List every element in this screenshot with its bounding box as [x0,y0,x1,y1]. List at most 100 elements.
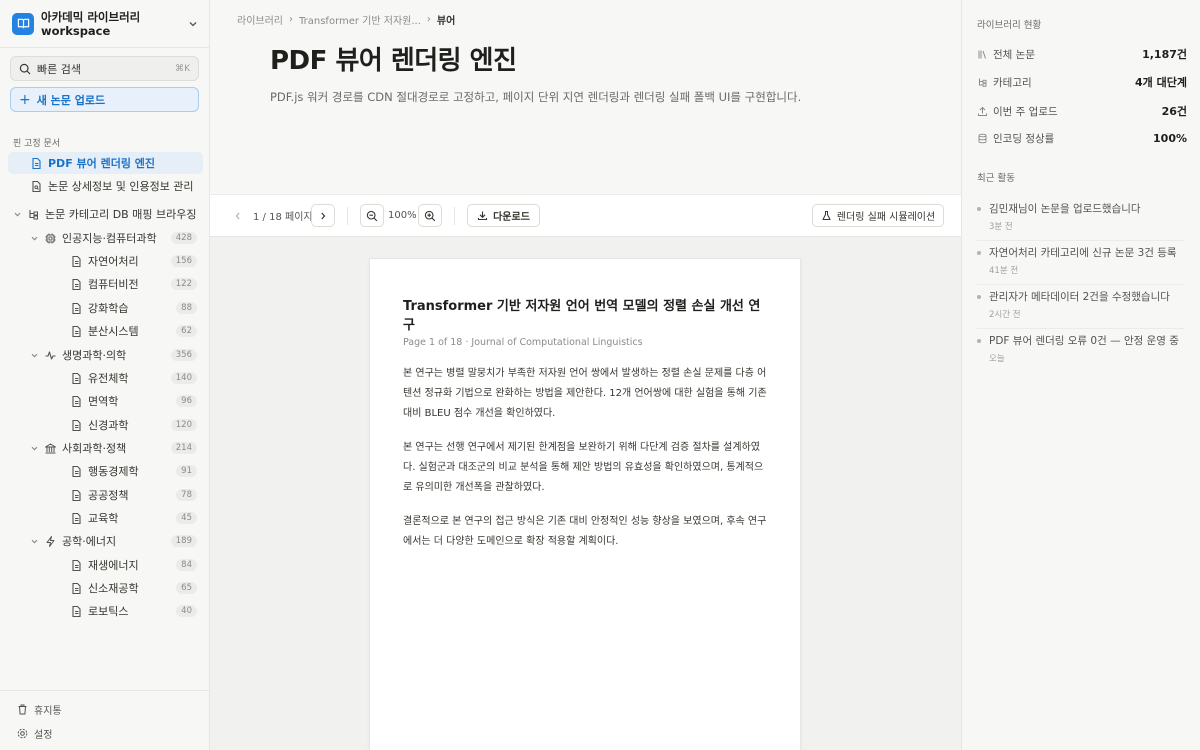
right-panel: 라이브러리 현황 전체 논문 1,187건 카테고리 4개 대단계 이번 주 업… [961,0,1200,750]
subcategory-rl[interactable]: 강화학습 88 [8,297,203,319]
category-ai-cs[interactable]: 인공지능·컴퓨터과학 428 [8,227,203,249]
subcategory-label: 면역학 [88,395,119,408]
download-button[interactable]: 다운로드 [467,204,540,227]
pinned-item-citation[interactable]: 논문 상세정보 및 인용정보 관리 [8,175,203,197]
workspace-switcher[interactable]: 아카데믹 라이브러리 workspace [0,0,209,48]
subcategory-nlp[interactable]: 자연어처리 156 [8,250,203,272]
subcategory-label: 교육학 [88,512,119,525]
next-page-button[interactable] [311,204,335,227]
activity-item[interactable]: PDF 뷰어 렌더링 오류 0건 — 안정 운영 중 오늘 [977,333,1185,372]
subcategory-education[interactable]: 교육학 45 [8,507,203,529]
category-social-science[interactable]: 사회과학·정책 214 [8,437,203,459]
book-open-icon [12,12,34,35]
category-label: 인공지능·컴퓨터과학 [62,232,157,245]
category-label: 생명과학·의학 [62,349,127,362]
category-tree-root[interactable]: 논문 카테고리 DB 매핑 브라우징 [8,203,203,225]
category-label: 공학·에너지 [62,535,117,548]
subcategory-label: 신경과학 [88,419,129,432]
bullet-dot [977,206,981,211]
search-label: 빠른 검색 [37,62,81,76]
stat-label: 인코딩 정상률 [993,133,1055,145]
subcategory-materials[interactable]: 신소재공학 65 [8,577,203,599]
subcategory-label: 신소재공학 [88,582,139,595]
activity-item[interactable]: 자연어처리 카테고리에 신규 논문 3건 등록 41분 전 [977,245,1185,285]
chevron-down-icon[interactable] [30,444,39,453]
sidebar-footer: 휴지통 설정 [0,690,210,750]
subcategory-genomics[interactable]: 유전체학 140 [8,367,203,389]
zoom-in-button[interactable] [418,204,442,227]
zoom-level: 100% [388,210,417,221]
database-icon [978,133,987,144]
pinned-item-label: 논문 상세정보 및 인용정보 관리 [48,180,194,193]
stat-total-papers: 전체 논문 1,187건 [977,46,1187,62]
pdf-page: Transformer 기반 저자원 언어 번역 모델의 정렬 손실 개선 연구… [369,258,801,750]
subcategory-count: 45 [176,512,197,524]
activity-item[interactable]: 김민재님이 논문을 업로드했습니다 3분 전 [977,201,1185,241]
subcategory-behavioral-econ[interactable]: 행동경제학 91 [8,460,203,482]
category-label: 사회과학·정책 [62,442,127,455]
document-paragraph: 본 연구는 선행 연구에서 제기된 한계점을 보완하기 위해 다단계 검증 절차… [403,442,764,493]
chevron-down-icon[interactable] [13,210,22,219]
chevron-down-icon[interactable] [30,234,39,243]
subcategory-count: 91 [176,465,197,477]
trash-link[interactable]: 휴지통 [10,698,205,720]
subcategory-label: 로보틱스 [88,605,129,618]
category-life-science[interactable]: 생명과학·의학 356 [8,344,203,366]
bullet-dot [977,338,981,343]
subcategory-robotics[interactable]: 로보틱스 40 [8,600,203,622]
zoom-out-button[interactable] [360,204,384,227]
subcategory-label: 행동경제학 [88,465,139,478]
activity-text: PDF 뷰어 렌더링 오류 0건 — 안정 운영 중 [989,335,1179,347]
breadcrumb: 라이브러리 › Transformer 기반 저자원... › 뷰어 [237,12,455,27]
activity-time: 3분 전 [989,222,1013,232]
pdf-viewer-canvas[interactable]: Transformer 기반 저자원 언어 번역 모델의 정렬 손실 개선 연구… [210,237,961,750]
activity-item[interactable]: 관리자가 메타데이터 2건을 수정했습니다 2시간 전 [977,289,1185,329]
prev-page-button[interactable] [230,204,246,227]
workspace-name-line1: 아카데믹 라이브러리 [41,9,141,24]
trash-label: 휴지통 [34,705,62,717]
breadcrumb-separator: › [289,14,293,25]
viewer-toolbar: 1 / 18 페이지 100% 다운로드 렌더링 실패 시뮬레이션 [210,194,961,237]
stat-categories: 카테고리 4개 대단계 [977,74,1187,90]
pinned-item-pdf-viewer[interactable]: PDF 뷰어 렌더링 엔진 [8,152,203,174]
subcategory-distributed[interactable]: 분산시스템 62 [8,320,203,342]
settings-link[interactable]: 설정 [10,722,205,744]
subcategory-label: 컴퓨터비전 [88,278,139,291]
subcategory-count: 88 [176,302,197,314]
stat-label: 전체 논문 [993,48,1035,61]
chevron-left-icon [235,212,240,219]
subcategory-neuroscience[interactable]: 신경과학 120 [8,414,203,436]
chevron-down-icon[interactable] [30,537,39,546]
category-count: 214 [170,442,197,454]
subcategory-public-policy[interactable]: 공공정책 78 [8,484,203,506]
subcategory-count: 96 [176,395,197,407]
stat-label: 이번 주 업로드 [993,105,1058,118]
chevron-down-icon[interactable] [30,351,39,360]
toolbar-divider [454,207,455,225]
file-icon [72,372,81,384]
subcategory-immunology[interactable]: 면역학 96 [8,390,203,412]
breadcrumb-library[interactable]: 라이브러리 [237,12,283,27]
file-icon [72,278,81,290]
page-title: PDF 뷰어 렌더링 엔진 [270,46,517,76]
trash-icon [18,704,27,714]
subcategory-cv[interactable]: 컴퓨터비전 122 [8,273,203,295]
quick-search-button[interactable]: 빠른 검색 ⌘K [10,56,199,81]
breadcrumb-current: 뷰어 [436,16,456,27]
category-engineering[interactable]: 공학·에너지 189 [8,530,203,552]
chevron-down-icon[interactable] [187,18,199,30]
simulate-failure-button[interactable]: 렌더링 실패 시뮬레이션 [812,204,944,227]
subcategory-label: 유전체학 [88,372,129,385]
upload-paper-button[interactable]: + 새 논문 업로드 [10,87,199,112]
zoom-in-icon [424,210,436,221]
stat-value: 4개 대단계 [1135,76,1187,89]
pinned-section-label: 핀 고정 문서 [13,139,61,149]
subcategory-count: 122 [170,278,197,290]
cpu-icon [45,233,56,243]
breadcrumb-paper[interactable]: Transformer 기반 저자원... [299,12,421,27]
file-icon [72,419,81,431]
subcategory-renewable[interactable]: 재생에너지 84 [8,554,203,576]
workspace-name-line2: workspace [41,23,111,38]
subcategory-count: 156 [170,255,197,267]
upload-icon [978,106,987,116]
